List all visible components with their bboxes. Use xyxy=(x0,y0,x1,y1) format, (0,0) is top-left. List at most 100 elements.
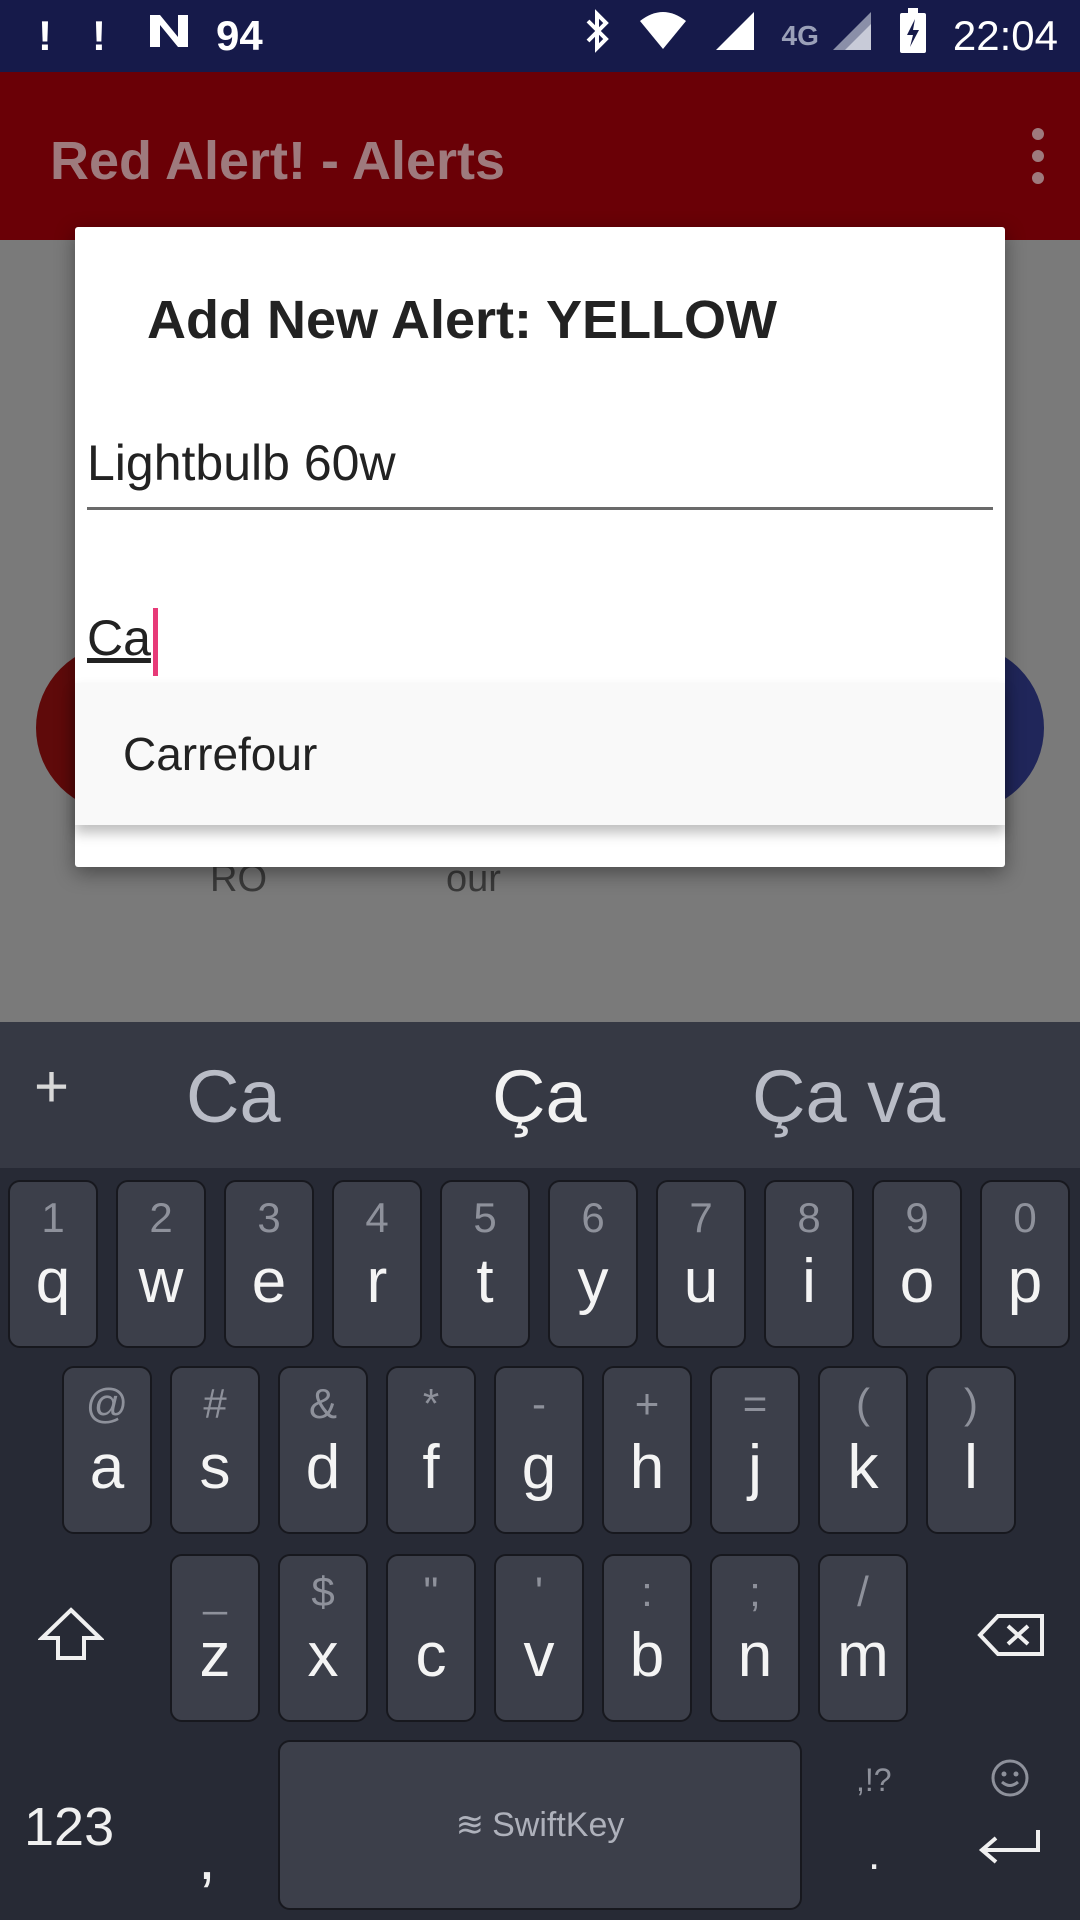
key-o[interactable]: 9o xyxy=(872,1180,962,1348)
status-bar: ! ! 94 4G 22:04 xyxy=(0,0,1080,72)
enter-icon[interactable] xyxy=(976,1826,1042,1875)
key-t[interactable]: 5t xyxy=(440,1180,530,1348)
comma-key[interactable]: , xyxy=(198,1820,216,1894)
key-f[interactable]: * f xyxy=(386,1366,476,1534)
space-key[interactable]: ≋ SwiftKey xyxy=(278,1740,802,1910)
key-j[interactable]: = j xyxy=(710,1366,800,1534)
notification-alert-icon: ! xyxy=(92,12,106,59)
app-bar: Red Alert! - Alerts xyxy=(0,72,1080,240)
key-y[interactable]: 6y xyxy=(548,1180,638,1348)
key-hint: 7 xyxy=(689,1194,713,1241)
key-label: w xyxy=(138,1247,184,1316)
toolbar-plus-button[interactable]: + xyxy=(34,1052,69,1121)
n-icon xyxy=(146,11,192,61)
autocomplete-item[interactable]: Carrefour xyxy=(123,727,317,781)
key-w[interactable]: 2w xyxy=(116,1180,206,1348)
key-label: x xyxy=(307,1621,339,1690)
swiftkey-logo-icon: ≋ xyxy=(455,1806,485,1844)
bluetooth-icon xyxy=(584,9,612,63)
key-label: f xyxy=(422,1433,440,1502)
key-hint: # xyxy=(203,1380,227,1427)
key-hint: - xyxy=(532,1380,546,1427)
key-x[interactable]: $ x xyxy=(278,1554,368,1722)
key-hint: 2 xyxy=(149,1194,173,1241)
key-label: t xyxy=(476,1247,494,1316)
key-s[interactable]: # s xyxy=(170,1366,260,1534)
key-label: u xyxy=(683,1247,719,1316)
key-label: z xyxy=(199,1621,231,1690)
wifi-icon xyxy=(638,11,688,61)
key-hint: * xyxy=(422,1380,440,1427)
key-z[interactable]: _ z xyxy=(170,1554,260,1722)
key-label: o xyxy=(899,1247,935,1316)
key-hint: = xyxy=(742,1380,768,1427)
battery-level-text: 94 xyxy=(216,12,263,59)
emoji-icon[interactable] xyxy=(990,1758,1030,1803)
key-label: a xyxy=(89,1433,125,1502)
key-a[interactable]: @ a xyxy=(62,1366,152,1534)
key-q[interactable]: 1q xyxy=(8,1180,98,1348)
item-name-field[interactable]: Lightbulb 60w xyxy=(87,431,993,510)
numbers-key[interactable]: 123 xyxy=(24,1796,114,1858)
item-name-value: Lightbulb 60w xyxy=(87,435,396,491)
clock: 22:04 xyxy=(952,12,1058,59)
key-p[interactable]: 0p xyxy=(980,1180,1070,1348)
key-label: c xyxy=(415,1621,447,1690)
key-r[interactable]: 4r xyxy=(332,1180,422,1348)
key-hint: $ xyxy=(311,1568,335,1615)
key-g[interactable]: -g xyxy=(494,1366,584,1534)
key-hint: _ xyxy=(203,1568,227,1615)
app-title: Red Alert! - Alerts xyxy=(50,131,506,191)
prediction-center[interactable]: Ça xyxy=(492,1054,587,1139)
overflow-menu-icon[interactable] xyxy=(1026,128,1050,184)
backspace-icon[interactable] xyxy=(976,1612,1046,1663)
key-hint: 1 xyxy=(41,1194,65,1241)
key-label: l xyxy=(964,1433,978,1502)
key-i[interactable]: 8i xyxy=(764,1180,854,1348)
notification-alert-icon: ! xyxy=(38,12,52,59)
key-m[interactable]: / m xyxy=(818,1554,908,1722)
key-hint: 9 xyxy=(905,1194,929,1241)
key-hint: ( xyxy=(856,1380,870,1427)
key-l[interactable]: ) l xyxy=(926,1366,1016,1534)
key-h[interactable]: + h xyxy=(602,1366,692,1534)
key-u[interactable]: 7u xyxy=(656,1180,746,1348)
battery-charging-icon xyxy=(899,8,927,64)
store-name-field[interactable]: Ca xyxy=(87,599,993,688)
shift-icon[interactable] xyxy=(37,1606,105,1667)
key-c[interactable]: " c xyxy=(386,1554,476,1722)
key-hint: ' xyxy=(534,1568,544,1615)
prediction-right[interactable]: Ça va xyxy=(752,1054,945,1139)
key-hint: 0 xyxy=(1013,1194,1037,1241)
key-hint: @ xyxy=(85,1380,129,1427)
key-b[interactable]: :b xyxy=(602,1554,692,1722)
key-label: i xyxy=(802,1247,816,1316)
key-hint: 4 xyxy=(365,1194,389,1241)
key-v[interactable]: ' v xyxy=(494,1554,584,1722)
prediction-left[interactable]: Ca xyxy=(186,1054,281,1139)
prediction-bar: + Ca Ça Ça va xyxy=(0,1022,1080,1168)
key-label: p xyxy=(1007,1247,1043,1316)
key-label: j xyxy=(748,1433,762,1502)
key-label: b xyxy=(629,1621,665,1690)
text-cursor xyxy=(152,607,158,676)
key-hint: : xyxy=(641,1568,653,1615)
key-label: g xyxy=(521,1433,557,1502)
key-hint: 3 xyxy=(257,1194,281,1241)
key-e[interactable]: 3e xyxy=(224,1180,314,1348)
key-hint: 5 xyxy=(473,1194,497,1241)
key-label: y xyxy=(577,1247,609,1316)
key-n[interactable]: ; n xyxy=(710,1554,800,1722)
signal-icon xyxy=(714,10,756,62)
key-k[interactable]: (k xyxy=(818,1366,908,1534)
key-hint: 6 xyxy=(581,1194,605,1241)
key-hint: " xyxy=(423,1568,439,1615)
network-type: 4G xyxy=(781,20,819,51)
key-label: q xyxy=(35,1247,71,1316)
key-hint: / xyxy=(857,1568,869,1615)
key-label: k xyxy=(847,1433,879,1502)
dialog-title: Add New Alert: YELLOW xyxy=(147,290,778,350)
key-d[interactable]: & d xyxy=(278,1366,368,1534)
store-name-value: Ca xyxy=(87,610,151,666)
period-key[interactable]: . xyxy=(868,1830,880,1880)
